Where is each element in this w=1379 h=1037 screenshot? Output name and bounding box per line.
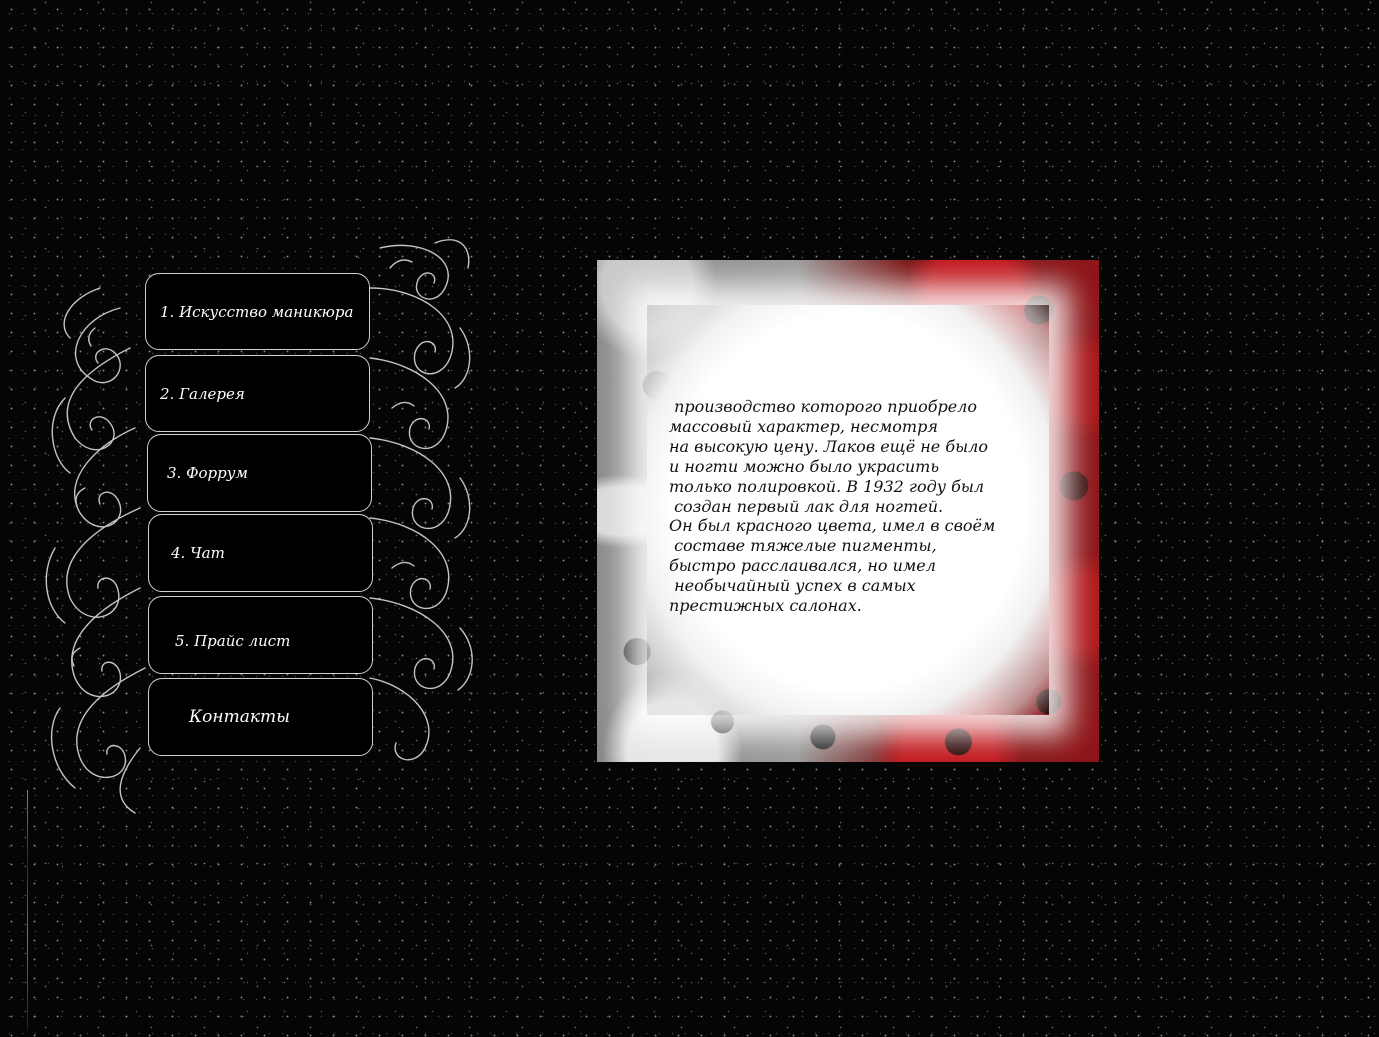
menu-item-contacts[interactable]: Контакты (148, 678, 373, 756)
menu-item-label: 1. Искусство маникюра (160, 302, 354, 321)
menu-item-label: Контакты (189, 707, 290, 727)
menu-item-price-list[interactable]: 5. Прайс лист (148, 596, 373, 674)
left-edge-line (27, 790, 28, 1030)
content-line: необычайный успех в самых (669, 576, 916, 596)
menu-item-label: 3. Форрум (167, 464, 248, 482)
content-line: быстро расслаивался, но имел (669, 556, 936, 576)
content-card: производство которого приобрело массовый… (597, 260, 1099, 762)
left-flourish (45, 287, 146, 814)
content-line: массовый характер, несмотря (669, 416, 938, 436)
content-line: престижных салонах. (669, 596, 862, 616)
menu-item-label: 4. Чат (171, 544, 225, 562)
right-flourish (369, 239, 473, 761)
content-line: создан первый лак для ногтей. (669, 496, 944, 516)
menu-item-forum[interactable]: 3. Форрум (147, 434, 372, 512)
menu-item-gallery[interactable]: 2. Галерея (145, 355, 370, 432)
content-line: производство которого приобрело (669, 397, 977, 416)
content-line: на высокую цену. Лаков ещё не было (669, 436, 988, 456)
menu-item-chat[interactable]: 4. Чат (148, 514, 373, 592)
content-line: и ногти можно было украсить (669, 456, 940, 476)
menu-item-manicure-art[interactable]: 1. Искусство маникюра (145, 273, 370, 350)
content-line: только полировкой. В 1932 году был (669, 476, 985, 496)
menu-item-label: 5. Прайс лист (175, 632, 291, 650)
content-line: составе тяжелые пигменты, (669, 536, 937, 556)
content-text: производство которого приобрело массовый… (669, 397, 995, 616)
menu-item-label: 2. Галерея (160, 384, 245, 403)
content-line: Он был красного цвета, имел в своём (669, 516, 996, 536)
